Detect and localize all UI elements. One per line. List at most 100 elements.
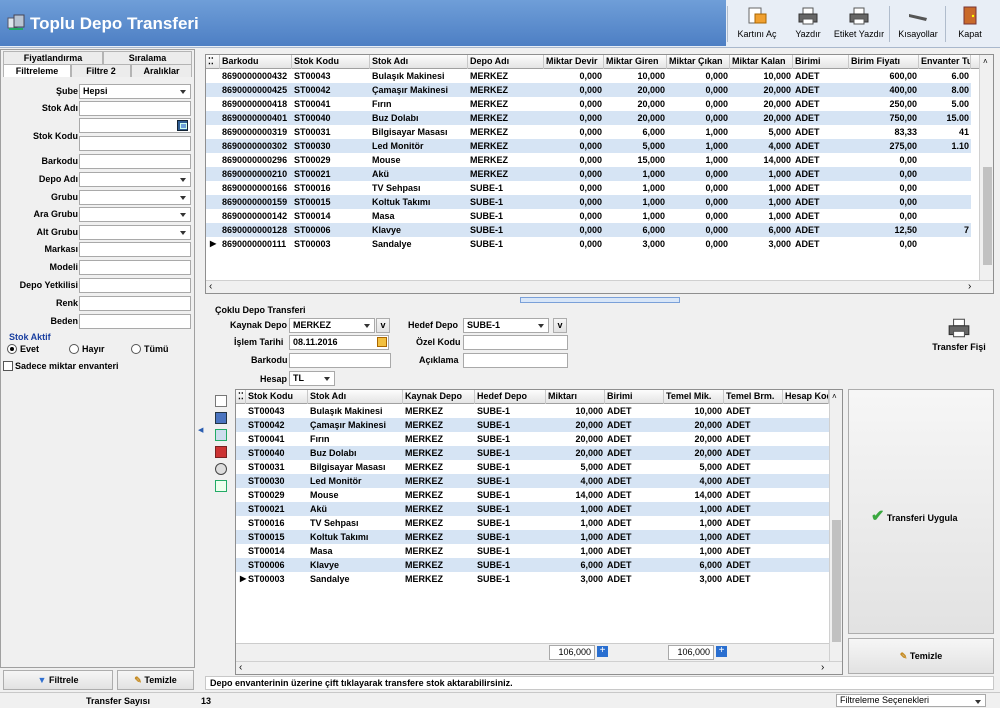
column-header[interactable]: Birim Fiyatı bbox=[849, 55, 919, 69]
kaynak-depo-v-button[interactable]: v bbox=[376, 318, 390, 333]
label-print-button[interactable]: Etiket Yazdır bbox=[832, 4, 886, 44]
tab-araliklar[interactable]: Aralıklar bbox=[131, 64, 192, 77]
column-header[interactable]: Kaynak Depo bbox=[403, 390, 475, 404]
column-header[interactable]: Birimi bbox=[605, 390, 664, 404]
transferi-uygula-button[interactable]: ✔ Transferi Uygula bbox=[848, 389, 994, 634]
depo-adi-select[interactable] bbox=[79, 172, 191, 187]
table-row[interactable]: 8690000000432 ST00043 Bulaşık Makinesi MERK… bbox=[206, 69, 971, 83]
transfer-grid-vscroll[interactable]: ˄ bbox=[829, 390, 842, 662]
calendar-icon[interactable] bbox=[377, 337, 387, 347]
sube-select[interactable]: Hepsi bbox=[79, 84, 191, 99]
kaynak-depo-select[interactable]: MERKEZ bbox=[289, 318, 375, 333]
table-row[interactable]: ▶ 8690000000111 ST00003 Sandalye SUBE-1 0,000… bbox=[206, 237, 971, 251]
scroll-up-icon[interactable]: ˄ bbox=[983, 57, 988, 66]
scroll-left-icon[interactable]: ‹ bbox=[209, 281, 212, 292]
lookup-icon[interactable] bbox=[177, 120, 188, 131]
column-header[interactable]: Envanter Tu bbox=[919, 55, 971, 69]
column-header[interactable]: Barkodu bbox=[220, 55, 292, 69]
ozel-kodu-input[interactable] bbox=[463, 335, 568, 350]
table-row[interactable]: 8690000000159 ST00015 Koltuk Takımı SUBE-1 0… bbox=[206, 195, 971, 209]
stock-grid-vscroll[interactable]: ˄ bbox=[979, 55, 993, 281]
column-header[interactable]: Hedef Depo bbox=[475, 390, 546, 404]
grubu-select[interactable] bbox=[79, 190, 191, 205]
markasi-input[interactable] bbox=[79, 242, 191, 257]
table-row[interactable]: ST00016 TV Sehpası MERKEZ SUBE-1 1,000 ADET 1,… bbox=[236, 516, 829, 530]
scroll-right-icon[interactable]: › bbox=[821, 662, 824, 673]
radio-evet[interactable] bbox=[7, 344, 17, 354]
islem-tarihi-input[interactable]: 08.11.2016 bbox=[289, 335, 389, 350]
left-temizle-button[interactable]: ✎ Temizle bbox=[117, 670, 194, 690]
table-row[interactable]: ST00042 Çamaşır Makinesi MERKEZ SUBE-1 20,00… bbox=[236, 418, 829, 432]
transfer-fisi-button[interactable]: Transfer Fişi bbox=[929, 317, 989, 359]
column-header[interactable]: Miktar Devir bbox=[544, 55, 604, 69]
tab-filtreleme[interactable]: Filtreleme bbox=[3, 64, 71, 77]
table-row[interactable]: ST00029 Mouse MERKEZ SUBE-1 14,000 ADET 14,000… bbox=[236, 488, 829, 502]
stock-inventory-grid[interactable]: ⁚⁚ Barkodu Stok Kodu Stok Adı Depo Adı Miktar… bbox=[205, 54, 994, 294]
depo-yetkilisi-input[interactable] bbox=[79, 278, 191, 293]
shortcuts-button[interactable]: Kısayollar bbox=[894, 4, 942, 44]
radio-tumu[interactable] bbox=[131, 344, 141, 354]
column-header[interactable]: Birimi bbox=[793, 55, 849, 69]
new-document-icon[interactable] bbox=[215, 395, 227, 407]
table-row[interactable]: 8690000000425 ST00042 Çamaşır Makinesi MERK… bbox=[206, 83, 971, 97]
table-row[interactable]: 8690000000319 ST00031 Bilgisayar Masası MER… bbox=[206, 125, 971, 139]
table-row[interactable]: 8690000000210 ST00021 Akü MERKEZ 0,000 1,000 0… bbox=[206, 167, 971, 181]
aciklama-input[interactable] bbox=[463, 353, 568, 368]
save-icon[interactable] bbox=[215, 412, 227, 424]
table-row[interactable]: ST00006 Klavye MERKEZ SUBE-1 6,000 ADET 6,000 A… bbox=[236, 558, 829, 572]
renk-input[interactable] bbox=[79, 296, 191, 311]
column-header[interactable]: Stok Kodu bbox=[246, 390, 308, 404]
table-row[interactable]: 8690000000401 ST00040 Buz Dolabı MERKEZ 0,00… bbox=[206, 111, 971, 125]
column-header[interactable]: Temel Brm. bbox=[724, 390, 783, 404]
table-row[interactable]: ST00021 Akü MERKEZ SUBE-1 1,000 ADET 1,000 ADET bbox=[236, 502, 829, 516]
scroll-up-icon[interactable]: ˄ bbox=[832, 392, 837, 401]
table-row[interactable]: ST00041 Fırın MERKEZ SUBE-1 20,000 ADET 20,000… bbox=[236, 432, 829, 446]
table-row[interactable]: ST00015 Koltuk Takımı MERKEZ SUBE-1 1,000 ADE… bbox=[236, 530, 829, 544]
print-button[interactable]: Yazdır bbox=[788, 4, 828, 44]
table-row[interactable]: 8690000000128 ST00006 Klavye SUBE-1 0,000 6,0… bbox=[206, 223, 971, 237]
table-row[interactable]: ▶ ST00003 Sandalye MERKEZ SUBE-1 3,000 ADET 3,0… bbox=[236, 572, 829, 586]
tab-siralama[interactable]: Sıralama bbox=[103, 51, 192, 64]
transfer-temizle-button[interactable]: ✎ Temizle bbox=[848, 638, 994, 674]
column-header[interactable]: Temel Mik. bbox=[664, 390, 724, 404]
sadece-miktar-checkbox[interactable] bbox=[3, 361, 13, 371]
table-row[interactable]: ST00043 Bulaşık Makinesi MERKEZ SUBE-1 10,00… bbox=[236, 404, 829, 418]
column-header[interactable]: Stok Adı bbox=[370, 55, 468, 69]
plus-icon[interactable]: + bbox=[597, 646, 608, 657]
scroll-right-icon[interactable]: › bbox=[968, 281, 971, 292]
column-header[interactable]: Miktar Kalan bbox=[730, 55, 793, 69]
radio-hayir[interactable] bbox=[69, 344, 79, 354]
transfer-items-grid[interactable]: ⁚⁚ Stok Kodu Stok Adı Kaynak Depo Hedef Depo… bbox=[235, 389, 843, 675]
stok-kodu-lookup-1[interactable] bbox=[79, 118, 191, 133]
close-button[interactable]: Kapat bbox=[950, 4, 990, 44]
alt-grubu-select[interactable] bbox=[79, 225, 191, 240]
table-row[interactable]: 8690000000142 ST00014 Masa SUBE-1 0,000 1,000… bbox=[206, 209, 971, 223]
column-header[interactable]: Miktar Çıkan bbox=[667, 55, 730, 69]
table-row[interactable]: ST00030 Led Monitör MERKEZ SUBE-1 4,000 ADET 4… bbox=[236, 474, 829, 488]
column-header[interactable]: Depo Adı bbox=[468, 55, 544, 69]
splitter-handle[interactable]: ◀ bbox=[198, 426, 203, 440]
table-row[interactable]: 8690000000296 ST00029 Mouse MERKEZ 0,000 15,0… bbox=[206, 153, 971, 167]
table-row[interactable]: 8690000000418 ST00041 Fırın MERKEZ 0,000 20,0… bbox=[206, 97, 971, 111]
scroll-left-icon[interactable]: ‹ bbox=[239, 662, 242, 673]
filter-options-select[interactable]: Filtreleme Seçenekleri bbox=[836, 694, 986, 707]
stock-grid-hscroll[interactable]: ‹ › bbox=[206, 280, 993, 293]
sort-icon[interactable] bbox=[215, 480, 227, 492]
barkodu-input[interactable] bbox=[289, 353, 391, 368]
transfer-grid-hscroll[interactable]: ‹ › bbox=[236, 661, 842, 674]
column-header[interactable]: Miktar Giren bbox=[604, 55, 667, 69]
archive-icon[interactable] bbox=[215, 463, 227, 475]
stok-kodu-input[interactable] bbox=[79, 136, 191, 151]
column-header[interactable]: Stok Kodu bbox=[292, 55, 370, 69]
ara-grubu-select[interactable] bbox=[79, 207, 191, 222]
delete-icon[interactable] bbox=[215, 446, 227, 458]
card-open-button[interactable]: Kartını Aç bbox=[732, 4, 782, 44]
table-row[interactable]: 8690000000166 ST00016 TV Sehpası SUBE-1 0,00… bbox=[206, 181, 971, 195]
hedef-depo-select[interactable]: SUBE-1 bbox=[463, 318, 549, 333]
plus-icon[interactable]: + bbox=[716, 646, 727, 657]
table-row[interactable]: 8690000000302 ST00030 Led Monitör MERKEZ 0,0… bbox=[206, 139, 971, 153]
scroll-thumb[interactable] bbox=[983, 167, 992, 265]
tab-filtre-2[interactable]: Filtre 2 bbox=[71, 64, 131, 77]
scroll-thumb[interactable] bbox=[832, 520, 841, 642]
column-header[interactable]: Stok Adı bbox=[308, 390, 403, 404]
